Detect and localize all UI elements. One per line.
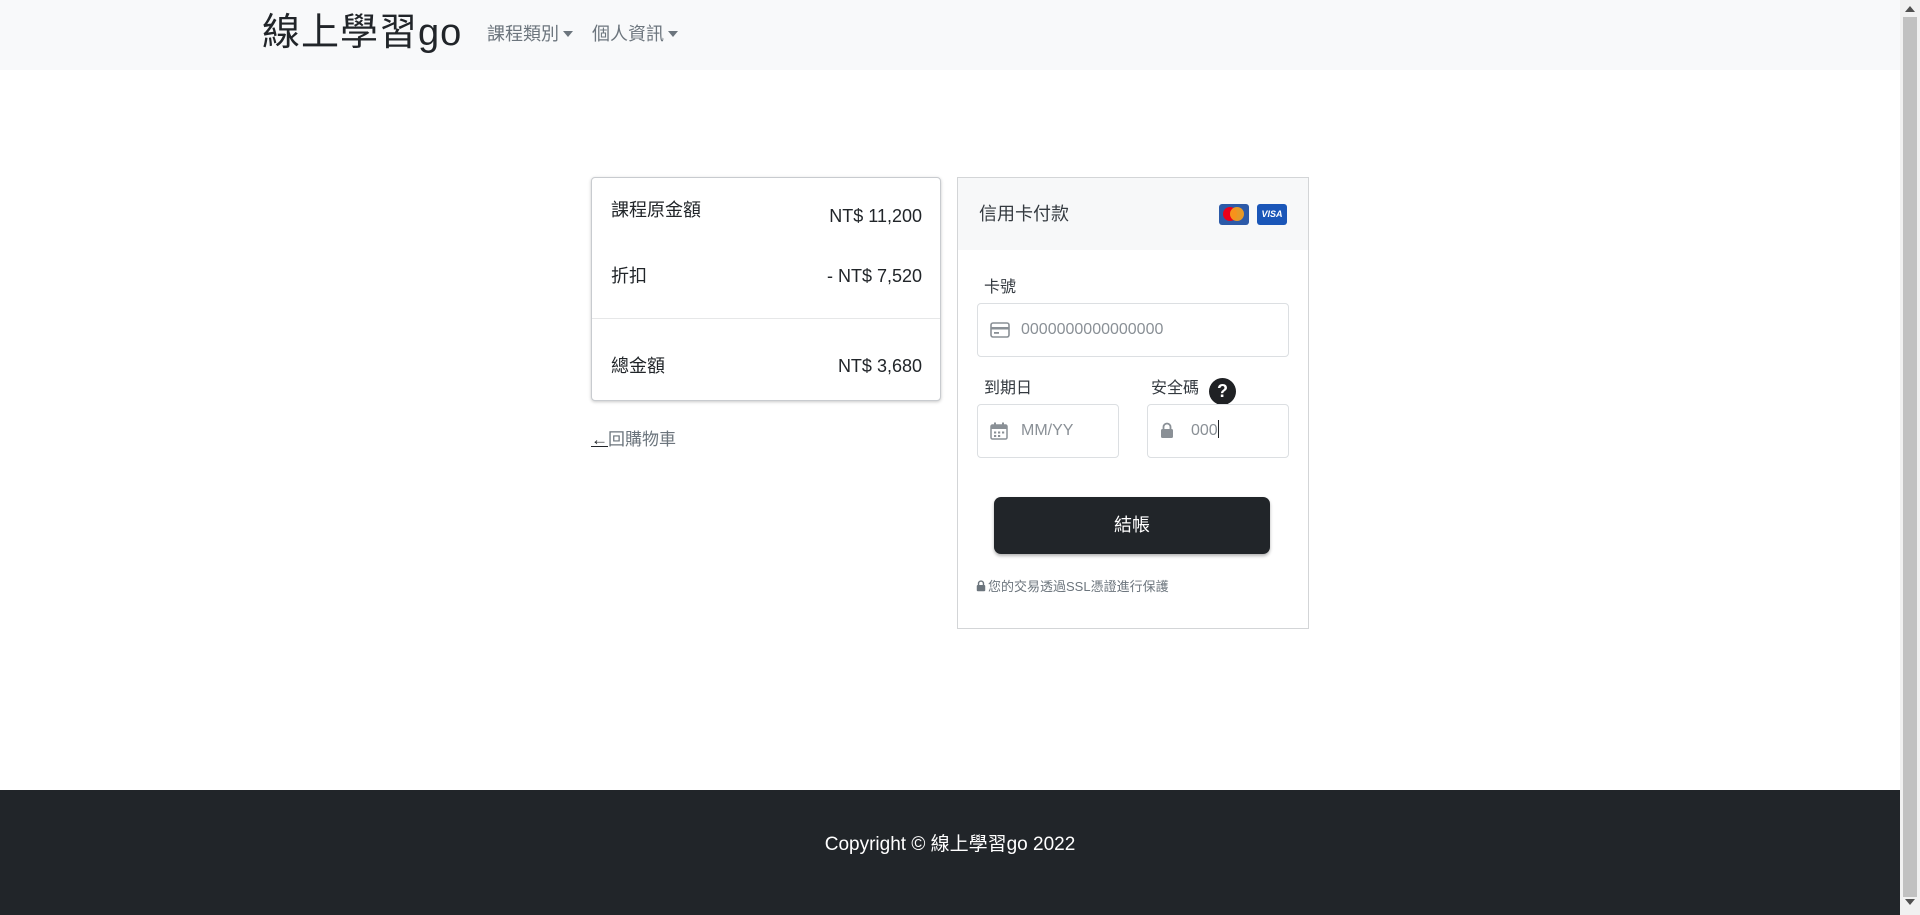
caret-down-icon [563, 31, 573, 37]
payment-title: 信用卡付款 [979, 204, 1069, 224]
expiry-placeholder: MM/YY [1021, 422, 1074, 439]
copyright-text: Copyright © 線上學習go 2022 [824, 834, 1076, 855]
card-number-label: 卡號 [984, 279, 1017, 296]
cvc-input[interactable]: 000 [1147, 404, 1289, 458]
mastercard-icon [1219, 204, 1249, 225]
cvc-value: 000 [1191, 420, 1219, 439]
summary-label: 課程原金額 [611, 200, 701, 220]
text-cursor [1217, 420, 1219, 438]
lock-icon [1161, 422, 1173, 438]
order-summary-card: 課程原金額 NT$ 11,200 折扣 - NT$ 7,520 總金額 NT$ … [591, 177, 941, 401]
cvc-label: 安全碼 [1151, 380, 1200, 397]
visa-icon: VISA [1257, 204, 1287, 225]
arrow-left-icon: ← [591, 430, 608, 449]
brand-logo[interactable]: 線上學習go [262, 7, 462, 59]
expiry-input[interactable]: MM/YY [977, 404, 1119, 458]
ssl-note-text: 您的交易透過SSL憑證進行保護 [988, 579, 1169, 594]
card-number-input[interactable]: 0000000000000000 [977, 303, 1289, 357]
back-to-cart-label: 回購物車 [608, 430, 676, 449]
payment-card-header: 信用卡付款 VISA [958, 178, 1308, 250]
payment-card: 信用卡付款 VISA 卡號 0000000000000000 到期日 MM/YY… [957, 177, 1309, 629]
summary-label: 折扣 [611, 266, 647, 286]
checkout-button[interactable]: 結帳 [994, 497, 1270, 554]
nav-dropdown-label: 課程類別 [487, 24, 559, 44]
page: 線上學習go 課程類別 個人資訊 課程原金額 NT$ 11,200 折扣 - N… [0, 0, 1900, 915]
navbar: 線上學習go 課程類別 個人資訊 [0, 0, 1900, 70]
card-number-placeholder: 0000000000000000 [1021, 321, 1164, 338]
scroll-up-arrow-icon[interactable] [1905, 6, 1915, 12]
back-to-cart-link[interactable]: ←回購物車 [591, 428, 676, 452]
summary-value: NT$ 3,680 [837, 356, 922, 376]
nav-dropdown-label: 個人資訊 [592, 24, 664, 44]
calendar-icon [990, 422, 1008, 440]
help-question-icon[interactable]: ? [1209, 378, 1236, 405]
summary-value: - NT$ 7,520 [826, 266, 922, 286]
credit-card-icon [990, 322, 1010, 338]
nav-dropdown-course-category[interactable]: 課程類別 [487, 22, 573, 46]
vertical-scrollbar[interactable] [1900, 0, 1920, 915]
summary-value: NT$ 11,200 [829, 206, 922, 226]
summary-divider [592, 318, 940, 319]
summary-label: 總金額 [611, 356, 665, 376]
scroll-down-arrow-icon[interactable] [1905, 899, 1915, 905]
caret-down-icon [668, 31, 678, 37]
ssl-note: 您的交易透過SSL憑證進行保護 [976, 578, 1169, 596]
expiry-label: 到期日 [984, 380, 1033, 397]
footer: Copyright © 線上學習go 2022 [0, 790, 1900, 915]
nav-dropdown-personal-info[interactable]: 個人資訊 [592, 22, 678, 46]
scrollbar-thumb[interactable] [1903, 17, 1917, 897]
lock-icon [976, 580, 986, 592]
